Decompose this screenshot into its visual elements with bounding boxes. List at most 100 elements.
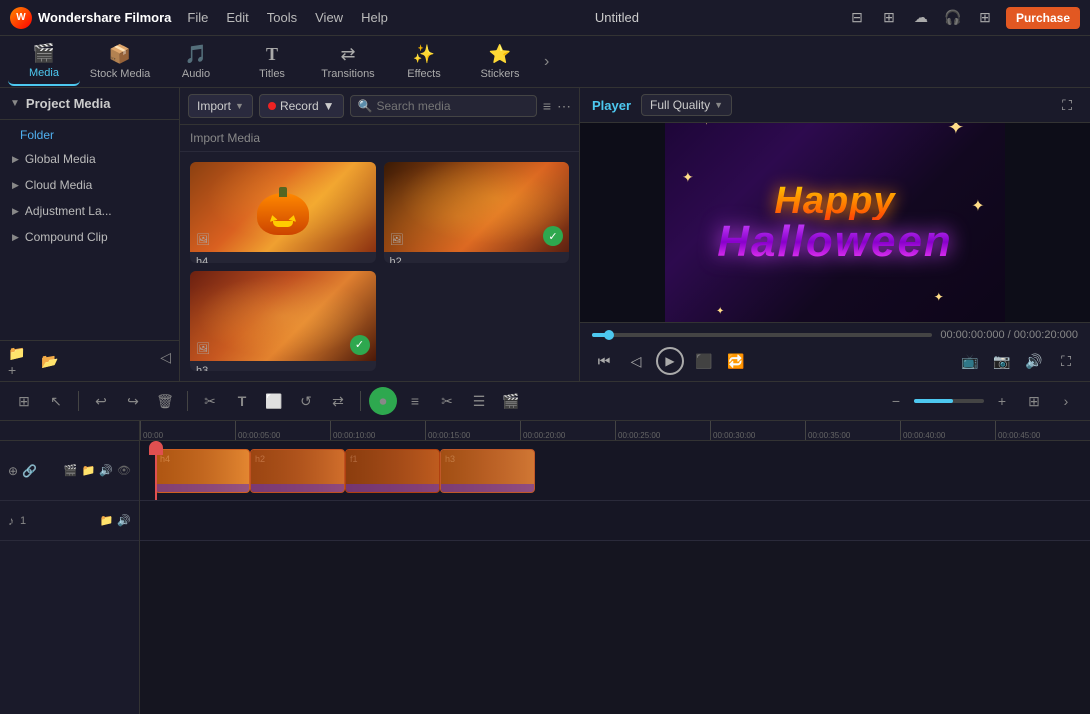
toolbar-stock-media-label: Stock Media	[90, 68, 151, 80]
stop-icon[interactable]: ⬛	[692, 349, 716, 373]
color-tool[interactable]: ↺	[292, 387, 320, 415]
select-tool[interactable]: ↖	[42, 387, 70, 415]
import-button[interactable]: Import ▼	[188, 94, 253, 118]
volume-icon[interactable]: 🔊	[1022, 349, 1046, 373]
fullscreen-icon[interactable]: ⛶	[1056, 94, 1078, 116]
text-tool[interactable]: T	[228, 387, 256, 415]
subtitle-tool[interactable]: ☰	[465, 387, 493, 415]
left-panel-bottom: 📁+ 📂 ◁	[0, 340, 179, 381]
zoom-in-button[interactable]: +	[988, 387, 1016, 415]
timeline-more-icon[interactable]: ›	[1052, 387, 1080, 415]
menu-tools[interactable]: Tools	[267, 10, 297, 25]
timeline-layout-icon[interactable]: ⊞	[1020, 387, 1048, 415]
track-eye-icon[interactable]: 👁	[117, 464, 131, 477]
step-back-icon[interactable]: ◁	[624, 349, 648, 373]
media-item-h2[interactable]: 🖼 ✓ h2	[384, 162, 570, 263]
delete-tool[interactable]: 🗑	[151, 387, 179, 415]
menu-help[interactable]: Help	[361, 10, 388, 25]
clip-h4[interactable]: h4	[155, 449, 250, 493]
collapse-panel-icon[interactable]: ◁	[160, 349, 171, 373]
toolbar-transitions[interactable]: ⇄ Transitions	[312, 38, 384, 86]
app-logo-icon: W	[10, 7, 32, 29]
progress-bar[interactable]	[592, 333, 932, 337]
toolbar-media[interactable]: 🎬 Media	[8, 38, 80, 86]
more-options-icon[interactable]: ⋯	[557, 98, 571, 115]
video-tool[interactable]: 🎬	[497, 387, 525, 415]
add-to-timeline-icon[interactable]: ⊕	[8, 464, 18, 478]
filter-icon[interactable]: ≡	[543, 98, 551, 114]
menu-edit[interactable]: Edit	[226, 10, 248, 25]
clip-h3[interactable]: h3	[440, 449, 535, 493]
toolbar-titles[interactable]: T Titles	[236, 38, 308, 86]
search-box[interactable]: 🔍	[350, 95, 537, 117]
menu-view[interactable]: View	[315, 10, 343, 25]
expand-icon[interactable]: ⛶	[1054, 349, 1078, 373]
timeline-toolbar: ⊞ ↖ ↩ ↪ 🗑 ✂ T ⬜ ↺ ⇄ ⏺ ≡ ✂ ☰ 🎬 − + ⊞ ›	[0, 381, 1090, 421]
sidebar-item-compound-clip[interactable]: ▶ Compound Clip	[0, 224, 179, 250]
media-item-h3[interactable]: 🖼 ✓ h3	[190, 271, 376, 372]
snapshot-icon[interactable]: 📷	[990, 349, 1014, 373]
sidebar-item-adjustment[interactable]: ▶ Adjustment La...	[0, 198, 179, 224]
toolbar-effects[interactable]: ✨ Effects	[388, 38, 460, 86]
clip-f1[interactable]: f1	[345, 449, 440, 493]
video-panel: Player Full Quality ▼ ⛶ ✦ ✦ ✦ ✦ ✦ ✦ ✦	[580, 88, 1090, 381]
sidebar-item-global-media[interactable]: ▶ Global Media	[0, 146, 179, 172]
search-input[interactable]	[376, 99, 528, 113]
speed-tool[interactable]: ⇄	[324, 387, 352, 415]
timeline-ruler: 00:00 00:00:05:00 00:00:10:00 00:00:15:0…	[140, 421, 1090, 441]
cloud-upload-icon[interactable]: ☁	[910, 7, 932, 29]
skip-back-icon[interactable]: ⏮	[592, 349, 616, 373]
clip-h2[interactable]: h2	[250, 449, 345, 493]
toolbar-more-icon[interactable]: ›	[540, 53, 553, 71]
toolbar-audio[interactable]: 🎵 Audio	[160, 38, 232, 86]
toolbar-stock-media[interactable]: 📦 Stock Media	[84, 38, 156, 86]
new-folder-icon[interactable]: 📂	[38, 349, 62, 373]
toolbar-effects-label: Effects	[407, 68, 440, 80]
link-tracks-icon[interactable]: 🔗	[22, 464, 37, 478]
media-thumb-h2: 🖼 ✓	[384, 162, 570, 252]
record-button[interactable]: Record ▼	[259, 94, 344, 118]
ruler-0: 00:00	[140, 421, 235, 440]
loop-icon[interactable]: 🔁	[724, 349, 748, 373]
apps-icon[interactable]: ⊞	[974, 7, 996, 29]
captions-tool[interactable]: ≡	[401, 387, 429, 415]
timeline-tracks: 00:00 00:00:05:00 00:00:10:00 00:00:15:0…	[140, 421, 1090, 714]
zoom-out-button[interactable]: −	[882, 387, 910, 415]
cut-tool[interactable]: ✂	[196, 387, 224, 415]
clip-f1-bar	[346, 484, 439, 492]
screen-record-icon[interactable]: 📺	[958, 349, 982, 373]
crop-tool[interactable]: ⬜	[260, 387, 288, 415]
audio-track-id: 1	[20, 515, 26, 527]
playhead[interactable]	[155, 441, 157, 500]
undo-tool[interactable]: ↩	[87, 387, 115, 415]
audio-volume-icon[interactable]: 🔊	[117, 514, 131, 527]
media-item-h4[interactable]: 🖼 h4	[190, 162, 376, 263]
media-thumb-h4: 🖼	[190, 162, 376, 252]
audio-record-tool[interactable]: ⏺	[369, 387, 397, 415]
zoom-slider[interactable]	[914, 399, 984, 403]
track-audio-icon[interactable]: 🔊	[99, 464, 113, 477]
headphone-icon[interactable]: 🎧	[942, 7, 964, 29]
titles-icon: T	[266, 44, 278, 65]
h4-label: h4	[190, 252, 376, 263]
toolbar-stickers[interactable]: ⭐ Stickers	[464, 38, 536, 86]
audio-folder-icon[interactable]: 📁	[100, 514, 114, 527]
media-panel: Import ▼ Record ▼ 🔍 ≡ ⋯ Import Media	[180, 88, 580, 381]
purchase-button[interactable]: Purchase	[1006, 7, 1080, 29]
layout-icon[interactable]: ⊞	[878, 7, 900, 29]
minimize-icon[interactable]: ⊟	[846, 7, 868, 29]
menu-file[interactable]: File	[187, 10, 208, 25]
play-button[interactable]: ▶	[656, 347, 684, 375]
quality-select[interactable]: Full Quality ▼	[641, 94, 732, 116]
redo-tool[interactable]: ↪	[119, 387, 147, 415]
folder-label[interactable]: Folder	[0, 124, 179, 146]
star-6: ✦	[716, 306, 724, 317]
ai-cut-tool[interactable]: ✂	[433, 387, 461, 415]
happy-text: Happy	[717, 182, 953, 220]
track-folder-icon[interactable]: 📁	[82, 464, 96, 477]
add-track-tool[interactable]: ⊞	[10, 387, 38, 415]
add-folder-icon[interactable]: 📁+	[8, 349, 32, 373]
panel-collapse-arrow[interactable]: ▼	[10, 98, 20, 109]
sidebar-item-cloud-media[interactable]: ▶ Cloud Media	[0, 172, 179, 198]
record-label: Record	[280, 99, 319, 113]
